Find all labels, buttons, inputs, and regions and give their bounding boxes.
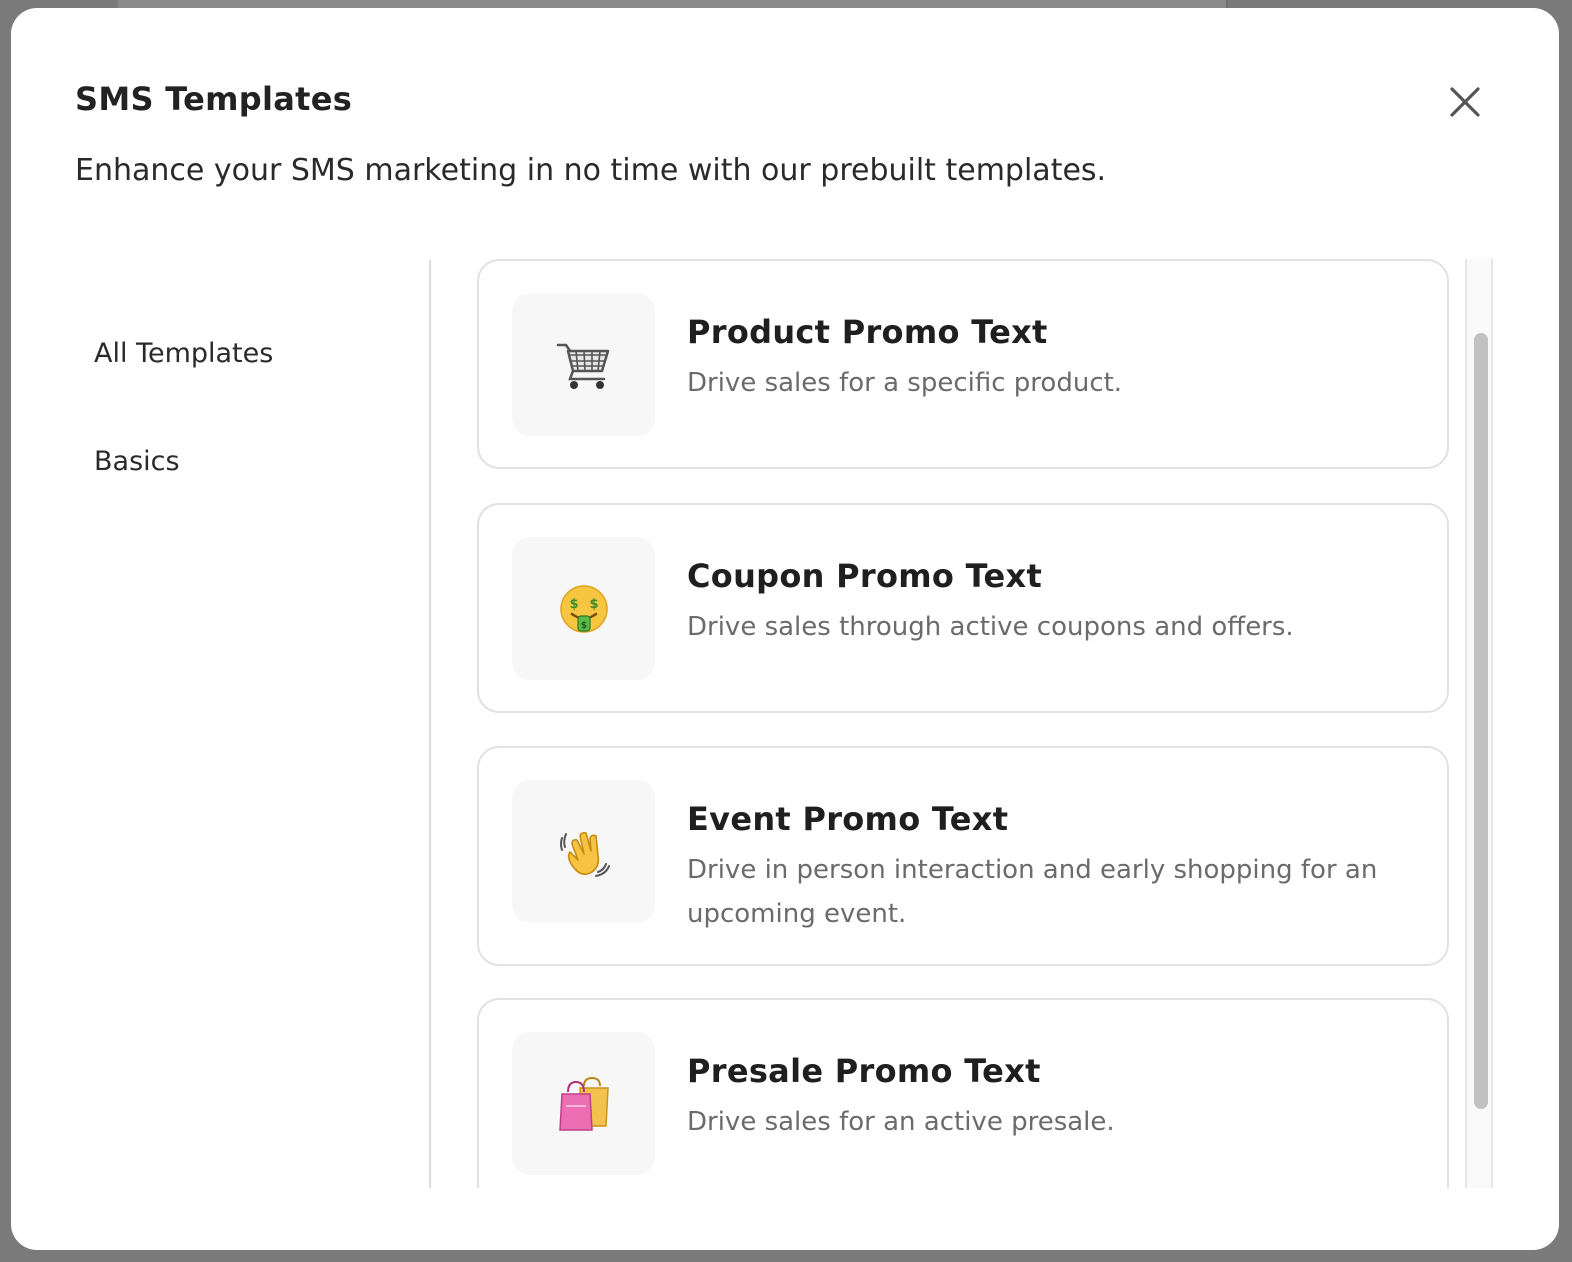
scrollbar-thumb[interactable] [1474,333,1488,1109]
template-title: Event Promo Text [687,800,1009,838]
sidebar-item-basics[interactable]: Basics [94,446,180,477]
close-button[interactable] [1443,80,1487,124]
template-card-product-promo[interactable]: Product Promo Text Drive sales for a spe… [477,259,1449,469]
template-description: Drive in person interaction and early sh… [687,855,1378,929]
template-title: Product Promo Text [687,313,1048,351]
svg-text:$: $ [580,621,586,631]
modal-subtitle: Enhance your SMS marketing in no time wi… [75,153,1107,188]
template-list-scrollbar[interactable] [1465,259,1493,1188]
modal-title: SMS Templates [75,80,353,118]
card-icon-tile [512,780,655,923]
background-divider [1226,0,1228,8]
template-description: Drive sales for a specific product. [687,368,1123,398]
shopping-cart-icon [556,343,609,389]
svg-text:$: $ [569,597,578,612]
template-list: Product Promo Text Drive sales for a spe… [477,259,1449,1188]
waving-hand-icon [559,831,610,877]
svg-text:$: $ [589,597,598,612]
card-icon-tile: $ $ $ [512,537,655,680]
background-page [118,0,1228,8]
template-category-sidebar: All Templates Basics [11,260,431,1188]
template-title: Presale Promo Text [687,1052,1041,1090]
template-card-presale-promo[interactable]: Presale Promo Text Drive sales for an ac… [477,998,1449,1188]
close-icon [1450,87,1480,117]
money-mouth-face-icon: $ $ $ [559,584,608,633]
card-icon-tile [512,293,655,436]
template-card-coupon-promo[interactable]: $ $ $ Coupon Promo Text Drive sales thro… [477,503,1449,713]
template-description: Drive sales for an active presale. [687,1107,1115,1137]
shopping-bags-icon [558,1076,609,1131]
card-icon-tile [512,1032,655,1175]
sms-templates-modal: SMS Templates Enhance your SMS marketing… [11,8,1559,1250]
template-card-event-promo[interactable]: Event Promo Text Drive in person interac… [477,746,1449,966]
template-title: Coupon Promo Text [687,557,1043,595]
sidebar-item-all-templates[interactable]: All Templates [94,338,273,369]
template-description: Drive sales through active coupons and o… [687,612,1294,642]
